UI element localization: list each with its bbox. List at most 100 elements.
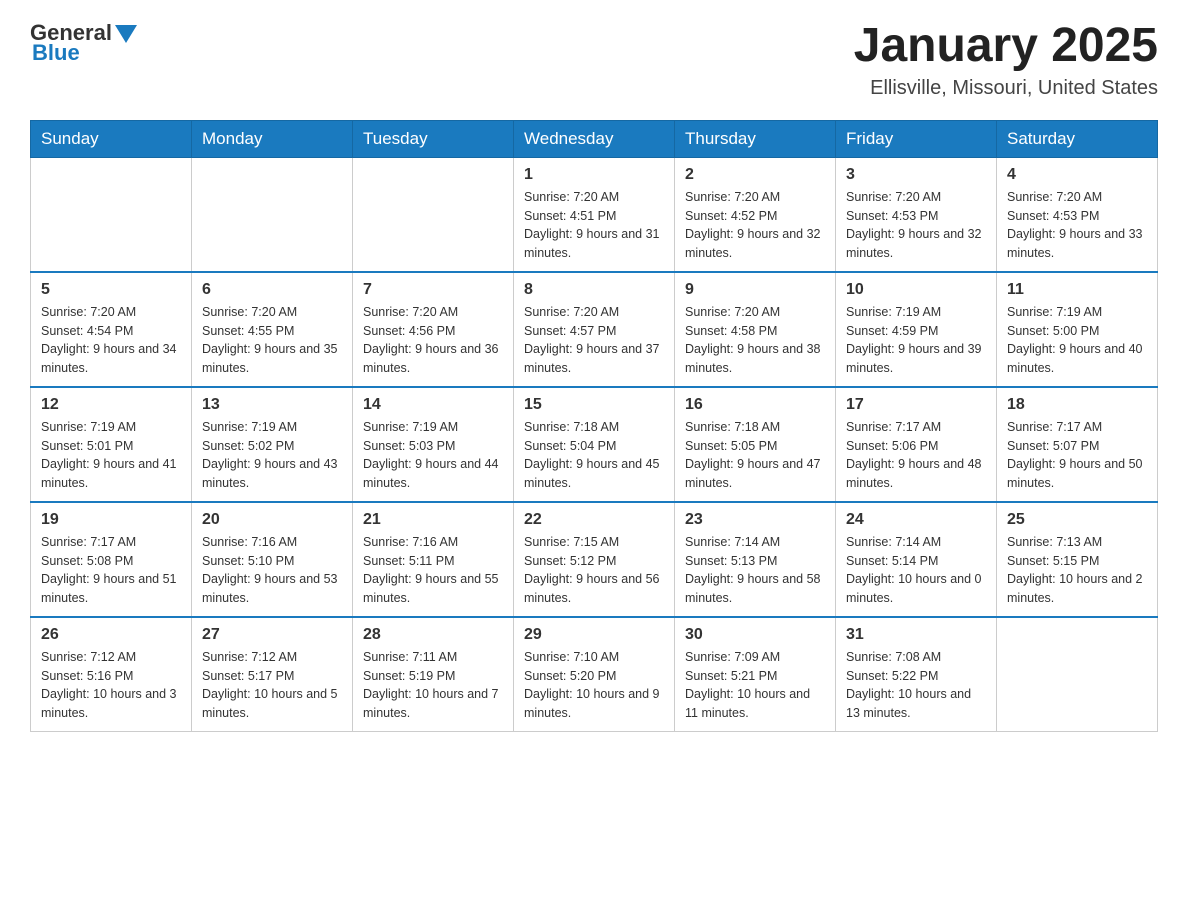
calendar-day-cell: 27Sunrise: 7:12 AM Sunset: 5:17 PM Dayli… (192, 617, 353, 732)
title-section: January 2025 Ellisville, Missouri, Unite… (854, 20, 1158, 100)
calendar-day-cell: 20 Sunrise: 7:16 AM Sunset: 5:10 PM Dayli… (192, 502, 353, 617)
day-info: Sunrise: 7:19 AM Sunset: 4:59 PM Dayligh… (846, 303, 986, 378)
calendar-day-cell: 2 Sunrise: 7:20 AM Sunset: 4:52 PM Daylig… (675, 157, 836, 272)
calendar-day-cell: 11 Sunrise: 7:19 AM Sunset: 5:00 PM Dayli… (997, 272, 1158, 387)
day-info: Sunrise: 7:12 AM Sunset: 5:16 PM Dayligh… (41, 648, 181, 723)
calendar-day-cell: 15 Sunrise: 7:18 AM Sunset: 5:04 PM Dayli… (514, 387, 675, 502)
day-number: 10 (846, 281, 986, 299)
day-info: Sunrise: 7:20 AM Sunset: 4:51 PM Dayligh… (524, 188, 664, 263)
month-title: January 2025 (854, 20, 1158, 73)
calendar-header: SundayMondayTuesdayWednesdayThursdayFrid… (31, 120, 1158, 157)
calendar-day-cell: 17 Sunrise: 7:17 AM Sunset: 5:06 PM Dayli… (836, 387, 997, 502)
day-info: Sunrise: 7:20 AM Sunset: 4:53 PM Dayligh… (846, 188, 986, 263)
calendar-day-cell: 25 Sunrise: 7:13 AM Sunset: 5:15 PM Dayli… (997, 502, 1158, 617)
day-info: Sunrise: 7:20 AM Sunset: 4:52 PM Dayligh… (685, 188, 825, 263)
page-header: General Blue January 2025 Ellisville, Mi… (30, 20, 1158, 100)
calendar-day-cell: 14Sunrise: 7:19 AM Sunset: 5:03 PM Dayli… (353, 387, 514, 502)
calendar-week-row: 26Sunrise: 7:12 AM Sunset: 5:16 PM Dayli… (31, 617, 1158, 732)
day-number: 30 (685, 626, 825, 644)
day-number: 2 (685, 166, 825, 184)
calendar-day-cell: 3 Sunrise: 7:20 AM Sunset: 4:53 PM Daylig… (836, 157, 997, 272)
calendar-week-row: 1 Sunrise: 7:20 AM Sunset: 4:51 PM Daylig… (31, 157, 1158, 272)
day-number: 3 (846, 166, 986, 184)
calendar-day-cell: 24 Sunrise: 7:14 AM Sunset: 5:14 PM Dayli… (836, 502, 997, 617)
calendar-day-cell: 23 Sunrise: 7:14 AM Sunset: 5:13 PM Dayli… (675, 502, 836, 617)
day-number: 11 (1007, 281, 1147, 299)
calendar-day-cell: 8 Sunrise: 7:20 AM Sunset: 4:57 PM Daylig… (514, 272, 675, 387)
day-info: Sunrise: 7:09 AM Sunset: 5:21 PM Dayligh… (685, 648, 825, 723)
day-of-week-header: Saturday (997, 120, 1158, 157)
calendar-week-row: 5Sunrise: 7:20 AM Sunset: 4:54 PM Daylig… (31, 272, 1158, 387)
day-info: Sunrise: 7:14 AM Sunset: 5:13 PM Dayligh… (685, 533, 825, 608)
day-info: Sunrise: 7:16 AM Sunset: 5:11 PM Dayligh… (363, 533, 503, 608)
calendar-day-cell: 29 Sunrise: 7:10 AM Sunset: 5:20 PM Dayli… (514, 617, 675, 732)
calendar-day-cell: 7 Sunrise: 7:20 AM Sunset: 4:56 PM Daylig… (353, 272, 514, 387)
calendar-day-cell: 26Sunrise: 7:12 AM Sunset: 5:16 PM Dayli… (31, 617, 192, 732)
day-number: 29 (524, 626, 664, 644)
day-info: Sunrise: 7:19 AM Sunset: 5:01 PM Dayligh… (41, 418, 181, 493)
day-number: 19 (41, 511, 181, 529)
day-info: Sunrise: 7:12 AM Sunset: 5:17 PM Dayligh… (202, 648, 342, 723)
day-number: 15 (524, 396, 664, 414)
day-info: Sunrise: 7:13 AM Sunset: 5:15 PM Dayligh… (1007, 533, 1147, 608)
day-info: Sunrise: 7:20 AM Sunset: 4:58 PM Dayligh… (685, 303, 825, 378)
calendar-day-cell: 22 Sunrise: 7:15 AM Sunset: 5:12 PM Dayli… (514, 502, 675, 617)
calendar-day-cell: 12Sunrise: 7:19 AM Sunset: 5:01 PM Dayli… (31, 387, 192, 502)
day-of-week-header: Thursday (675, 120, 836, 157)
day-info: Sunrise: 7:11 AM Sunset: 5:19 PM Dayligh… (363, 648, 503, 723)
days-of-week-row: SundayMondayTuesdayWednesdayThursdayFrid… (31, 120, 1158, 157)
day-number: 4 (1007, 166, 1147, 184)
day-info: Sunrise: 7:20 AM Sunset: 4:56 PM Dayligh… (363, 303, 503, 378)
calendar-week-row: 12Sunrise: 7:19 AM Sunset: 5:01 PM Dayli… (31, 387, 1158, 502)
day-info: Sunrise: 7:18 AM Sunset: 5:04 PM Dayligh… (524, 418, 664, 493)
day-info: Sunrise: 7:17 AM Sunset: 5:07 PM Dayligh… (1007, 418, 1147, 493)
day-info: Sunrise: 7:20 AM Sunset: 4:53 PM Dayligh… (1007, 188, 1147, 263)
calendar-day-cell: 31 Sunrise: 7:08 AM Sunset: 5:22 PM Dayli… (836, 617, 997, 732)
day-info: Sunrise: 7:17 AM Sunset: 5:08 PM Dayligh… (41, 533, 181, 608)
day-info: Sunrise: 7:20 AM Sunset: 4:55 PM Dayligh… (202, 303, 342, 378)
day-info: Sunrise: 7:10 AM Sunset: 5:20 PM Dayligh… (524, 648, 664, 723)
calendar-day-cell: 28 Sunrise: 7:11 AM Sunset: 5:19 PM Dayli… (353, 617, 514, 732)
day-info: Sunrise: 7:17 AM Sunset: 5:06 PM Dayligh… (846, 418, 986, 493)
day-info: Sunrise: 7:19 AM Sunset: 5:03 PM Dayligh… (363, 418, 503, 493)
calendar-day-cell: 16Sunrise: 7:18 AM Sunset: 5:05 PM Dayli… (675, 387, 836, 502)
day-number: 13 (202, 396, 342, 414)
day-number: 28 (363, 626, 503, 644)
day-of-week-header: Friday (836, 120, 997, 157)
calendar-day-cell: 21Sunrise: 7:16 AM Sunset: 5:11 PM Dayli… (353, 502, 514, 617)
calendar-day-cell: 10 Sunrise: 7:19 AM Sunset: 4:59 PM Dayli… (836, 272, 997, 387)
day-info: Sunrise: 7:19 AM Sunset: 5:02 PM Dayligh… (202, 418, 342, 493)
day-info: Sunrise: 7:19 AM Sunset: 5:00 PM Dayligh… (1007, 303, 1147, 378)
day-number: 1 (524, 166, 664, 184)
day-of-week-header: Monday (192, 120, 353, 157)
calendar-day-cell: 19 Sunrise: 7:17 AM Sunset: 5:08 PM Dayli… (31, 502, 192, 617)
calendar-day-cell (353, 157, 514, 272)
day-number: 8 (524, 281, 664, 299)
day-number: 22 (524, 511, 664, 529)
day-number: 17 (846, 396, 986, 414)
calendar-day-cell (31, 157, 192, 272)
day-number: 25 (1007, 511, 1147, 529)
calendar-day-cell: 5Sunrise: 7:20 AM Sunset: 4:54 PM Daylig… (31, 272, 192, 387)
day-number: 20 (202, 511, 342, 529)
day-info: Sunrise: 7:14 AM Sunset: 5:14 PM Dayligh… (846, 533, 986, 608)
day-info: Sunrise: 7:18 AM Sunset: 5:05 PM Dayligh… (685, 418, 825, 493)
calendar-day-cell: 18Sunrise: 7:17 AM Sunset: 5:07 PM Dayli… (997, 387, 1158, 502)
day-info: Sunrise: 7:20 AM Sunset: 4:57 PM Dayligh… (524, 303, 664, 378)
calendar-table: SundayMondayTuesdayWednesdayThursdayFrid… (30, 120, 1158, 732)
day-number: 24 (846, 511, 986, 529)
day-number: 31 (846, 626, 986, 644)
calendar-day-cell (997, 617, 1158, 732)
day-number: 23 (685, 511, 825, 529)
day-info: Sunrise: 7:16 AM Sunset: 5:10 PM Dayligh… (202, 533, 342, 608)
day-info: Sunrise: 7:20 AM Sunset: 4:54 PM Dayligh… (41, 303, 181, 378)
logo-blue-text: Blue (32, 40, 80, 66)
day-number: 7 (363, 281, 503, 299)
calendar-day-cell: 6Sunrise: 7:20 AM Sunset: 4:55 PM Daylig… (192, 272, 353, 387)
logo: General Blue (30, 20, 137, 66)
day-info: Sunrise: 7:15 AM Sunset: 5:12 PM Dayligh… (524, 533, 664, 608)
calendar-day-cell: 1 Sunrise: 7:20 AM Sunset: 4:51 PM Daylig… (514, 157, 675, 272)
logo-triangle-icon (115, 25, 137, 43)
calendar-day-cell: 4 Sunrise: 7:20 AM Sunset: 4:53 PM Daylig… (997, 157, 1158, 272)
day-info: Sunrise: 7:08 AM Sunset: 5:22 PM Dayligh… (846, 648, 986, 723)
